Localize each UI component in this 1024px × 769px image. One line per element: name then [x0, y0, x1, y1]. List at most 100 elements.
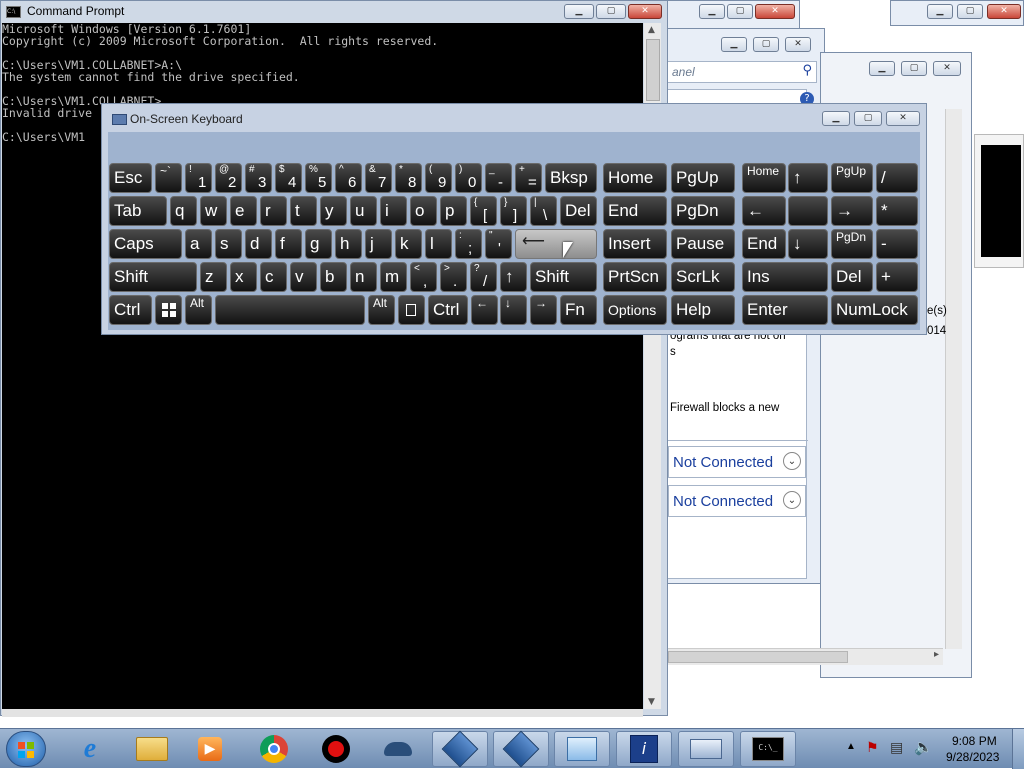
close-button[interactable]: ✕	[886, 111, 920, 126]
numpad-minus[interactable]: -	[876, 229, 918, 259]
key-a[interactable]: a	[185, 229, 212, 259]
taskbar-window-4[interactable]: i	[616, 731, 672, 767]
key-alt-left[interactable]: Alt	[185, 295, 212, 325]
expand-chevron-icon[interactable]: ⌄	[783, 452, 801, 470]
key-d[interactable]: d	[245, 229, 272, 259]
minimize-button[interactable]: ▁	[564, 4, 594, 19]
close-button[interactable]: ✕	[785, 37, 811, 52]
numlock-key[interactable]: NumLock	[831, 295, 918, 325]
clock-date[interactable]: 9/28/2023	[946, 750, 999, 764]
key-9[interactable]: (9	[425, 163, 452, 193]
expand-chevron-icon[interactable]: ⌄	[783, 491, 801, 509]
numpad-ins[interactable]: Ins	[742, 262, 828, 292]
vertical-scrollbar[interactable]	[945, 109, 962, 649]
key-u[interactable]: u	[350, 196, 377, 226]
taskbar-media-player[interactable]: ▶	[182, 731, 238, 767]
key-quote[interactable]: " '	[485, 229, 512, 259]
clock-time[interactable]: 9:08 PM	[952, 734, 997, 748]
key-p[interactable]: p	[440, 196, 467, 226]
numpad-pgup[interactable]: PgUp	[831, 163, 873, 193]
key-h[interactable]: h	[335, 229, 362, 259]
key-period[interactable]: >.	[440, 262, 467, 292]
key-ctrl-right[interactable]: Ctrl	[428, 295, 468, 325]
network-row-1[interactable]: Not Connected ⌄	[668, 446, 806, 478]
close-button[interactable]: ✕	[755, 4, 795, 19]
key-1[interactable]: ! 1	[185, 163, 212, 193]
key-esc[interactable]: Esc	[109, 163, 152, 193]
search-icon[interactable]: ⚲	[802, 63, 812, 78]
key-bracket-left[interactable]: {[	[470, 196, 497, 226]
key-g[interactable]: g	[305, 229, 332, 259]
show-hidden-icons[interactable]: ▲	[846, 741, 856, 752]
key-windows[interactable]	[155, 295, 182, 325]
minimize-button[interactable]: ▁	[927, 4, 953, 19]
key-pgup[interactable]: PgUp	[671, 163, 735, 193]
numpad-down[interactable]: ↓	[788, 229, 828, 259]
key-alt-right[interactable]: Alt	[368, 295, 395, 325]
maximize-button[interactable]: ▢	[901, 61, 927, 76]
numpad-plus[interactable]: +	[876, 262, 918, 292]
key-end[interactable]: End	[603, 196, 667, 226]
close-button[interactable]: ✕	[628, 4, 662, 19]
search-box[interactable]: anel ⚲	[667, 61, 817, 83]
key-s[interactable]: s	[215, 229, 242, 259]
key-4[interactable]: $4	[275, 163, 302, 193]
scroll-up-icon[interactable]: ▲	[648, 25, 655, 35]
numpad-divide[interactable]: /	[876, 163, 918, 193]
network-icon[interactable]: ▤	[890, 739, 903, 756]
numpad-enter[interactable]: Enter	[742, 295, 828, 325]
key-pause[interactable]: Pause	[671, 229, 735, 259]
maximize-button[interactable]: ▢	[727, 4, 753, 19]
key-fn[interactable]: Fn	[560, 295, 597, 325]
key-o[interactable]: o	[410, 196, 437, 226]
key-f[interactable]: f	[275, 229, 302, 259]
scroll-down-icon[interactable]: ▼	[648, 697, 655, 707]
numpad-up[interactable]: ↑	[788, 163, 828, 193]
key-7[interactable]: & 7	[365, 163, 392, 193]
taskbar-virtualbox-1[interactable]	[432, 730, 488, 768]
key-b[interactable]: b	[320, 262, 347, 292]
taskbar-internet-explorer[interactable]: e	[62, 731, 118, 767]
minimize-button[interactable]: ▁	[869, 61, 895, 76]
maximize-button[interactable]: ▢	[854, 111, 882, 126]
key-ctrl-left[interactable]: Ctrl	[109, 295, 152, 325]
taskbar-chrome[interactable]	[246, 731, 302, 767]
key-6[interactable]: ^ 6	[335, 163, 362, 193]
maximize-button[interactable]: ▢	[596, 4, 626, 19]
key-del[interactable]: Del	[560, 196, 597, 226]
key-scrlk[interactable]: ScrLk	[671, 262, 735, 292]
help-button[interactable]: Help	[671, 295, 735, 325]
horizontal-scrollbar[interactable]: ▸	[668, 648, 943, 665]
key-k[interactable]: k	[395, 229, 422, 259]
maximize-button[interactable]: ▢	[957, 4, 983, 19]
key-w[interactable]: w	[200, 196, 227, 226]
key-arrow-right[interactable]: →	[530, 295, 557, 325]
taskbar-recorder[interactable]	[308, 731, 364, 767]
key-slash[interactable]: ? /	[470, 262, 497, 292]
key-y[interactable]: y	[320, 196, 347, 226]
numpad-home[interactable]: Home	[742, 163, 786, 193]
taskbar-virtualbox-2[interactable]	[493, 730, 549, 768]
key-home[interactable]: Home	[603, 163, 667, 193]
key-m[interactable]: m	[380, 262, 407, 292]
key-0[interactable]: ) 0	[455, 163, 482, 193]
key-j[interactable]: j	[365, 229, 392, 259]
key-arrow-left[interactable]: ←	[471, 295, 498, 325]
key-enter[interactable]: ⟵	[515, 229, 597, 259]
key-semicolon[interactable]: :;	[455, 229, 482, 259]
key-minus[interactable]: _ -	[485, 163, 512, 193]
key-t[interactable]: t	[290, 196, 317, 226]
search-input[interactable]: anel	[672, 65, 695, 79]
horizontal-scrollbar[interactable]	[2, 709, 643, 717]
key-q[interactable]: q	[170, 196, 197, 226]
key-prtscn[interactable]: PrtScn	[603, 262, 667, 292]
key-tilde[interactable]: ~`	[155, 163, 182, 193]
options-button[interactable]: Options	[603, 295, 667, 325]
taskbar-app-cap[interactable]	[370, 731, 426, 767]
key-pgdn[interactable]: PgDn	[671, 196, 735, 226]
key-space[interactable]	[215, 295, 365, 325]
taskbar-on-screen-keyboard[interactable]	[678, 731, 734, 767]
minimize-button[interactable]: ▁	[699, 4, 725, 19]
maximize-button[interactable]: ▢	[753, 37, 779, 52]
key-l[interactable]: l	[425, 229, 452, 259]
